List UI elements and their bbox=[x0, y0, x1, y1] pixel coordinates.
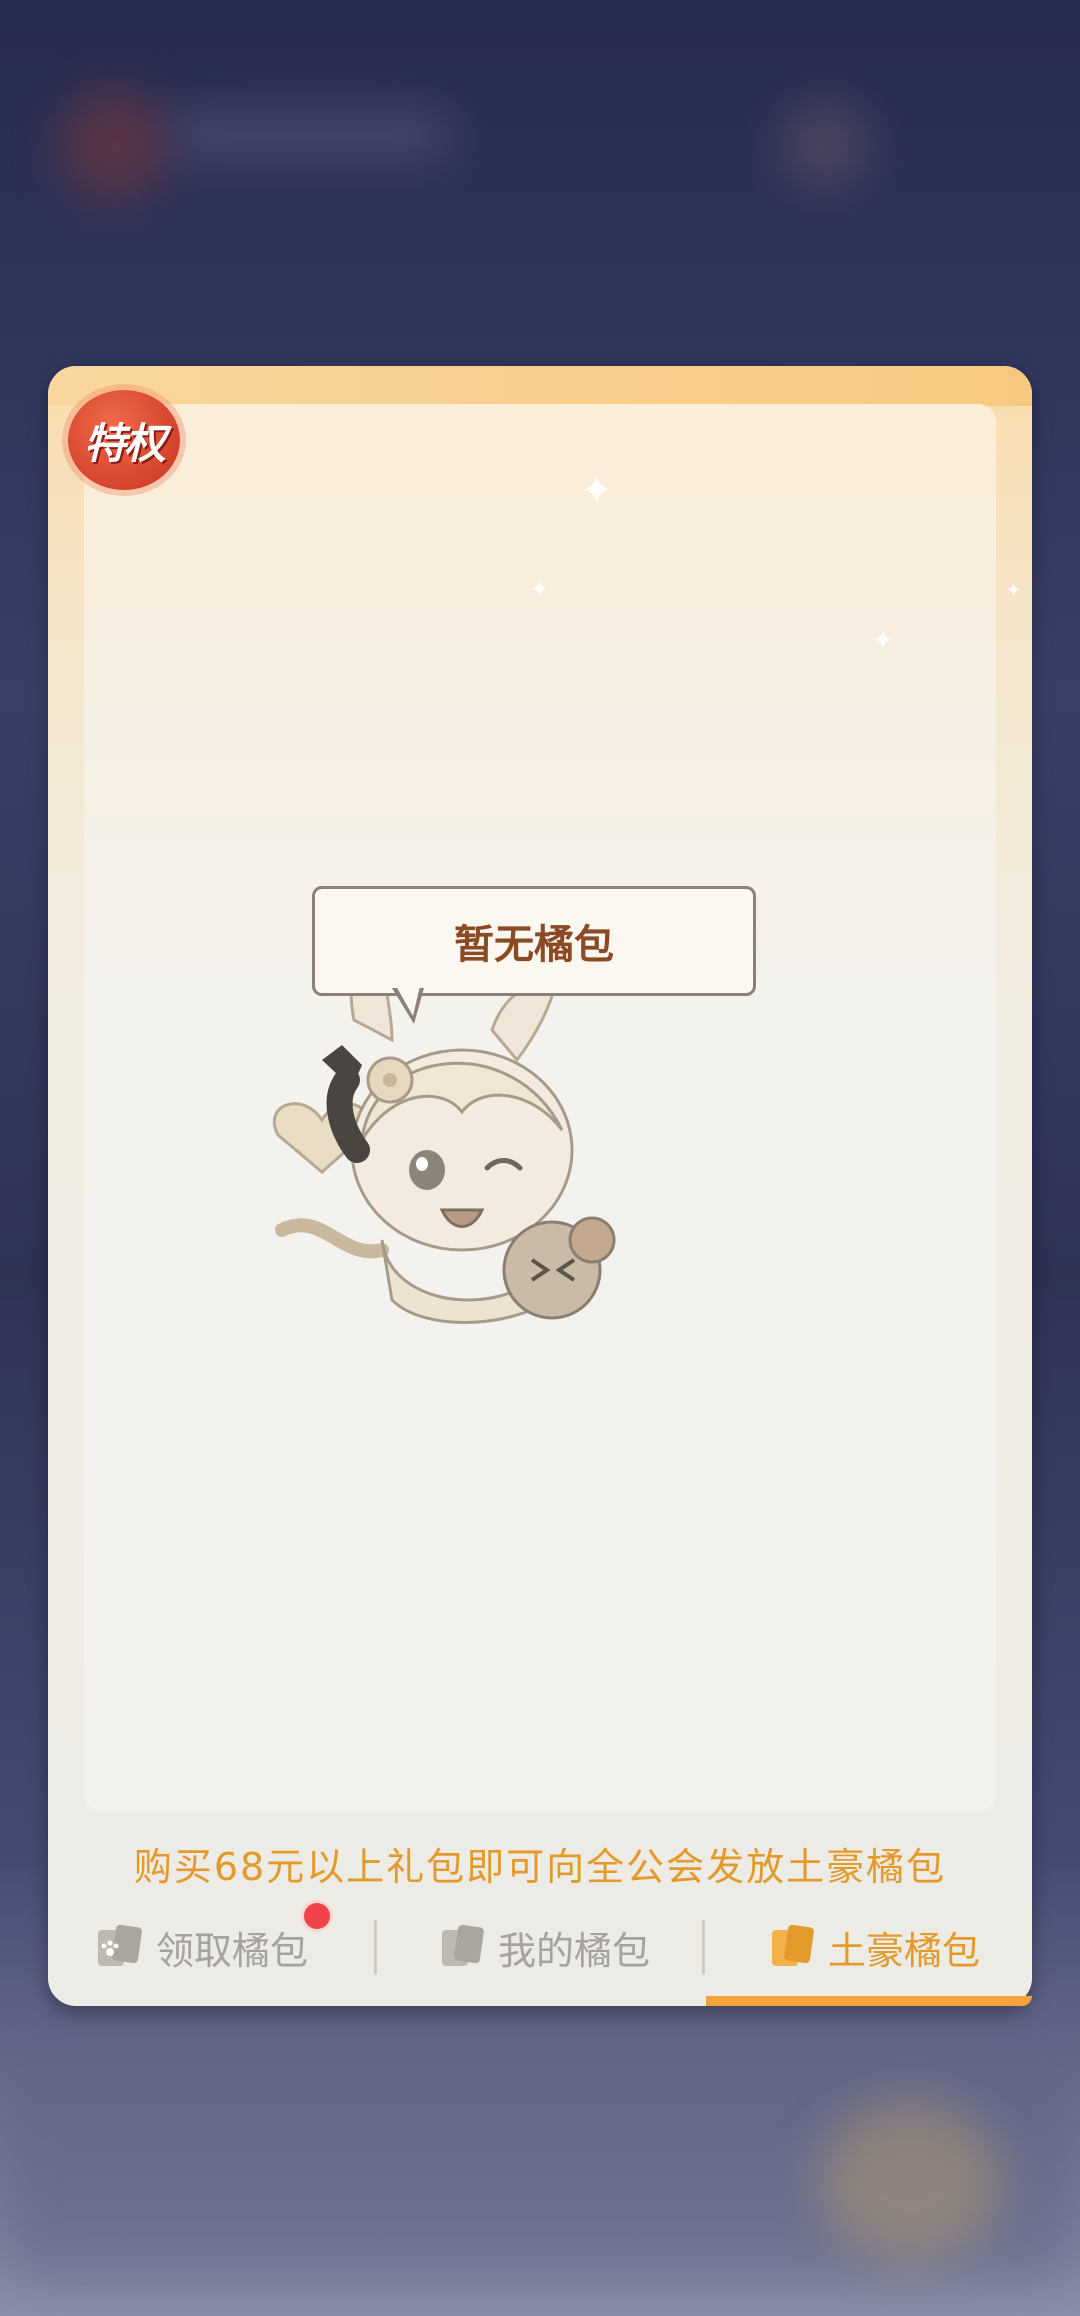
card-icon bbox=[772, 1924, 814, 1966]
tab-label: 我的橘包 bbox=[498, 1928, 651, 1973]
tab-label: 领取橘包 bbox=[156, 1928, 309, 1973]
empty-state-message: 暂无橘包 bbox=[312, 886, 756, 996]
tab-label: 土豪橘包 bbox=[828, 1928, 981, 1973]
tab-bar: 领取橘包 我的橘包 土豪橘包 bbox=[48, 1912, 1032, 1982]
privilege-badge: 特权 bbox=[68, 390, 180, 490]
tab-claim-packet[interactable]: 领取橘包 bbox=[96, 1912, 308, 1982]
bubble-tail bbox=[396, 986, 420, 1016]
card-icon bbox=[442, 1924, 484, 1966]
active-tab-indicator bbox=[706, 1996, 1032, 2006]
notification-dot bbox=[304, 1903, 330, 1929]
promo-text: 购买68元以上礼包即可向全公会发放土豪橘包 bbox=[133, 1845, 947, 1889]
background-blur bbox=[820, 2100, 1000, 2260]
sparkle-icon: ✦ bbox=[580, 468, 614, 514]
sparkle-icon: ✦ bbox=[1006, 580, 1022, 601]
tab-divider bbox=[374, 1920, 377, 1974]
tab-my-packet[interactable]: 我的橘包 bbox=[438, 1912, 650, 1982]
sparkle-icon: ✦ bbox=[530, 578, 549, 603]
panel-top-accent bbox=[48, 366, 1032, 406]
sparkle-icon: ✦ bbox=[872, 626, 894, 656]
tab-divider bbox=[702, 1920, 705, 1974]
tab-rich-packet[interactable]: 土豪橘包 bbox=[768, 1912, 980, 1982]
background-blur bbox=[780, 100, 870, 190]
background-blur bbox=[60, 90, 170, 200]
background-blur bbox=[170, 110, 450, 160]
paw-card-icon bbox=[98, 1924, 142, 1966]
